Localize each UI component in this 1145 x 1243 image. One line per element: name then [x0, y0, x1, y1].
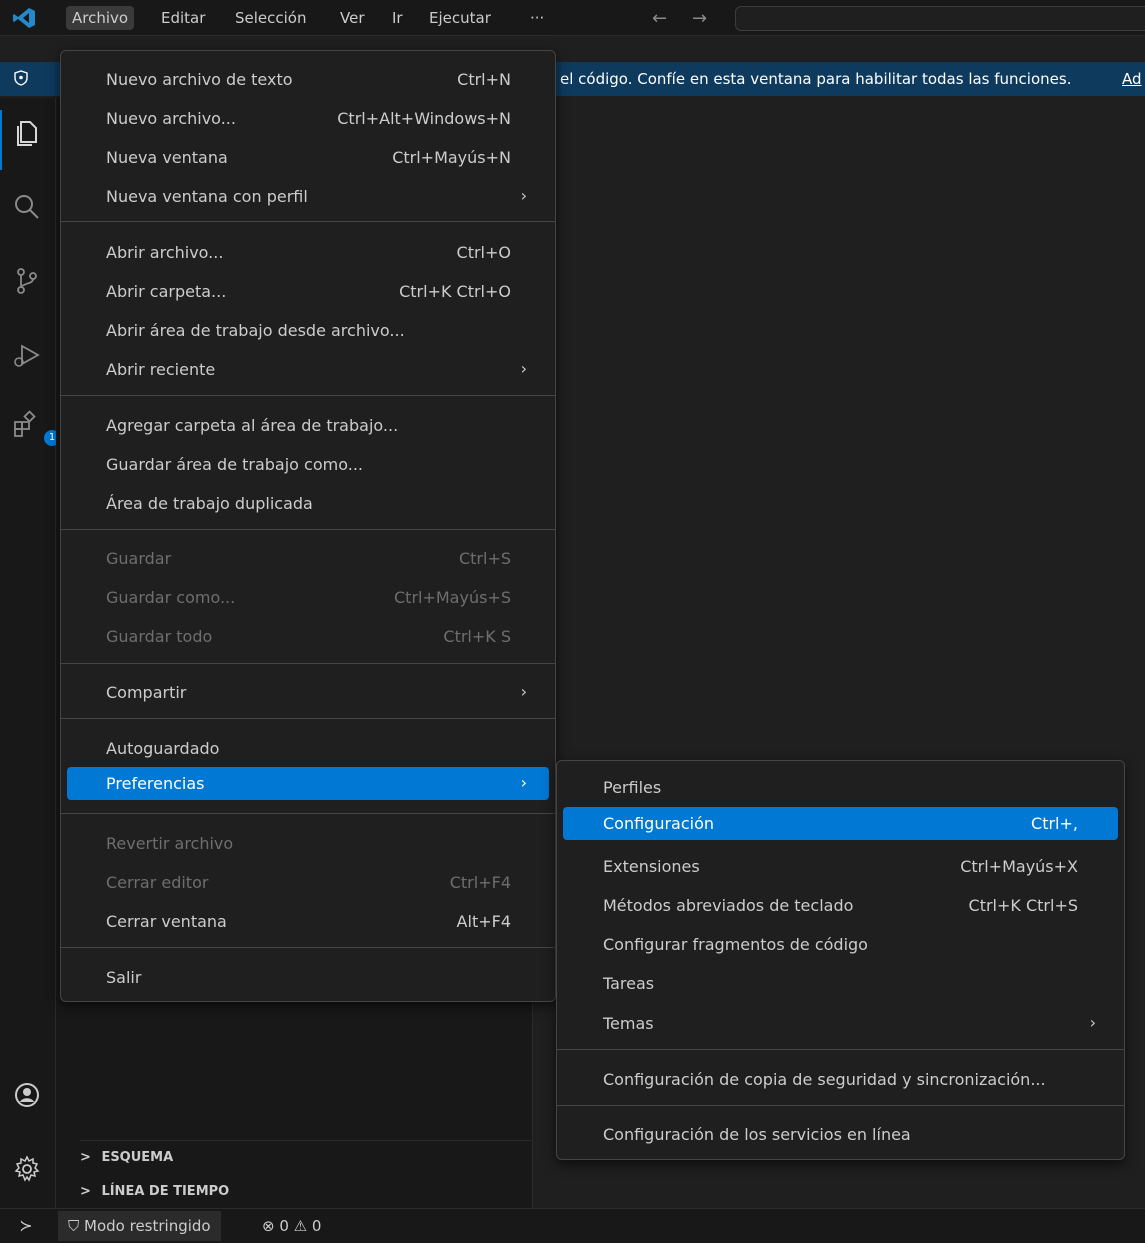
menu-ejecutar[interactable]: Ejecutar — [423, 6, 497, 30]
shortcut: Ctrl+N — [457, 70, 511, 89]
shortcut: Ctrl+K Ctrl+S — [968, 896, 1078, 915]
vscode-logo-icon[interactable] — [12, 7, 36, 29]
activity-bar: 1 — [0, 98, 60, 1208]
menu-item-share[interactable]: Compartir › — [67, 676, 549, 709]
menu-item-close-editor[interactable]: Cerrar editor Ctrl+F4 — [67, 866, 549, 899]
gear-icon[interactable] — [12, 1154, 42, 1184]
chevron-right-icon: > — [80, 1150, 91, 1165]
active-indicator — [0, 110, 2, 170]
extensions-icon[interactable] — [12, 410, 42, 440]
menu-separator — [61, 947, 555, 948]
timeline-section[interactable]: > LÍNEA DE TIEMPO — [80, 1180, 229, 1204]
menu-separator — [61, 663, 555, 664]
source-control-icon[interactable] — [12, 266, 42, 296]
run-debug-icon[interactable] — [12, 340, 42, 370]
menu-item-exit[interactable]: Salir — [67, 961, 549, 994]
chevron-right-icon: › — [1089, 1013, 1096, 1032]
chevron-right-icon: › — [520, 359, 527, 378]
remote-indicator-icon[interactable]: ≻ — [0, 1209, 52, 1243]
shortcut: Ctrl+, — [1031, 814, 1078, 833]
menu-seleccion[interactable]: Selección — [229, 6, 313, 30]
shortcut: Alt+F4 — [456, 912, 511, 931]
problems-status[interactable]: ⊗ 0 ⚠ 0 — [262, 1211, 321, 1241]
menu-editar[interactable]: Editar — [155, 6, 211, 30]
menu-item-new-file[interactable]: Nuevo archivo... Ctrl+Alt+Windows+N — [67, 102, 549, 135]
account-icon[interactable] — [12, 1080, 42, 1110]
menu-separator — [61, 813, 555, 814]
banner-message: el código. Confíe en esta ventana para h… — [560, 70, 1072, 88]
menu-item-open-workspace[interactable]: Abrir área de trabajo desde archivo... — [67, 314, 549, 347]
outline-title: ESQUEMA — [101, 1150, 174, 1165]
menu-separator — [61, 395, 555, 396]
menu-archivo[interactable]: Archivo — [66, 6, 135, 30]
menu-item-tasks[interactable]: Tareas — [563, 967, 1118, 1000]
preferences-submenu: Perfiles Configuración Ctrl+, Extensiones… — [556, 760, 1125, 1160]
menu-item-settings[interactable]: Configuración Ctrl+, — [563, 807, 1118, 840]
shield-icon: ⛉ — [68, 1217, 85, 1235]
banner-manage-link[interactable]: Ad — [1122, 70, 1142, 88]
title-bar: Archivo Editar Selección Ver Ir Ejecutar… — [0, 0, 1145, 36]
shortcut: Ctrl+O — [456, 243, 511, 262]
menu-ir[interactable]: Ir — [386, 6, 409, 30]
menu-item-close-window[interactable]: Cerrar ventana Alt+F4 — [67, 905, 549, 938]
shortcut: Ctrl+Mayús+N — [392, 148, 511, 167]
menu-item-keyboard-shortcuts[interactable]: Métodos abreviados de teclado Ctrl+K Ctrl… — [563, 889, 1118, 922]
explorer-icon[interactable] — [12, 118, 42, 148]
shortcut: Ctrl+S — [458, 549, 511, 568]
menu-item-online-services[interactable]: Configuración de los servicios en línea — [563, 1118, 1118, 1151]
menu-item-duplicate-workspace[interactable]: Área de trabajo duplicada — [67, 487, 549, 520]
menu-item-new-text-file[interactable]: Nuevo archivo de texto Ctrl+N — [67, 63, 549, 96]
menu-item-open-file[interactable]: Abrir archivo... Ctrl+O — [67, 236, 549, 269]
menu-item-profiles[interactable]: Perfiles — [563, 771, 1118, 804]
menu-separator — [61, 718, 555, 719]
status-bar: ≻ ⛉ Modo restringido ⊗ 0 ⚠ 0 — [0, 1208, 1145, 1243]
file-menu: Nuevo archivo de texto Ctrl+N Nuevo archi… — [60, 50, 556, 1002]
menu-separator — [557, 1105, 1124, 1106]
menu-item-preferences[interactable]: Preferencias › — [67, 767, 549, 800]
command-center[interactable] — [735, 6, 1145, 31]
section-divider — [80, 1140, 533, 1141]
menu-item-autosave[interactable]: Autoguardado — [67, 732, 549, 765]
shortcut: Ctrl+K S — [443, 627, 511, 646]
shortcut: Ctrl+K Ctrl+O — [399, 282, 511, 301]
menu-item-save-as[interactable]: Guardar como... Ctrl+Mayús+S — [67, 581, 549, 614]
menu-item-themes[interactable]: Temas › — [563, 1007, 1118, 1040]
menu-separator — [61, 221, 555, 222]
chevron-right-icon: › — [520, 186, 527, 205]
menu-item-save-all[interactable]: Guardar todo Ctrl+K S — [67, 620, 549, 653]
menu-item-snippets[interactable]: Configurar fragmentos de código — [563, 928, 1118, 961]
menu-item-new-window[interactable]: Nueva ventana Ctrl+Mayús+N — [67, 141, 549, 174]
menu-separator — [61, 529, 555, 530]
nav-forward-icon[interactable]: → — [692, 8, 707, 29]
menu-item-save[interactable]: Guardar Ctrl+S — [67, 542, 549, 575]
menu-item-revert-file[interactable]: Revertir archivo — [67, 827, 549, 860]
nav-back-icon[interactable]: ← — [652, 8, 667, 29]
menu-item-open-folder[interactable]: Abrir carpeta... Ctrl+K Ctrl+O — [67, 275, 549, 308]
outline-section[interactable]: > ESQUEMA — [80, 1146, 173, 1170]
menu-separator — [557, 1049, 1124, 1050]
menu-item-add-folder-workspace[interactable]: Agregar carpeta al área de trabajo... — [67, 409, 549, 442]
menu-item-new-window-profile[interactable]: Nueva ventana con perfil › — [67, 180, 549, 213]
menu-item-open-recent[interactable]: Abrir reciente › — [67, 353, 549, 386]
timeline-title: LÍNEA DE TIEMPO — [101, 1184, 230, 1199]
shortcut: Ctrl+Alt+Windows+N — [337, 109, 511, 128]
menu-item-save-workspace-as[interactable]: Guardar área de trabajo como... — [67, 448, 549, 481]
shortcut: Ctrl+F4 — [449, 873, 511, 892]
chevron-right-icon: › — [520, 682, 527, 701]
shortcut: Ctrl+Mayús+X — [960, 857, 1078, 876]
chevron-right-icon: › — [520, 773, 527, 792]
menu-ver[interactable]: Ver — [334, 6, 371, 30]
shield-icon — [14, 70, 28, 86]
menu-item-backup-sync[interactable]: Configuración de copia de seguridad y si… — [563, 1063, 1118, 1096]
restricted-mode-status[interactable]: ⛉ Modo restringido — [58, 1211, 221, 1241]
shortcut: Ctrl+Mayús+S — [394, 588, 511, 607]
menu-item-extensions[interactable]: Extensiones Ctrl+Mayús+X — [563, 850, 1118, 883]
menu-more[interactable]: ··· — [524, 6, 550, 30]
chevron-right-icon: > — [80, 1184, 91, 1199]
search-icon[interactable] — [12, 192, 42, 222]
